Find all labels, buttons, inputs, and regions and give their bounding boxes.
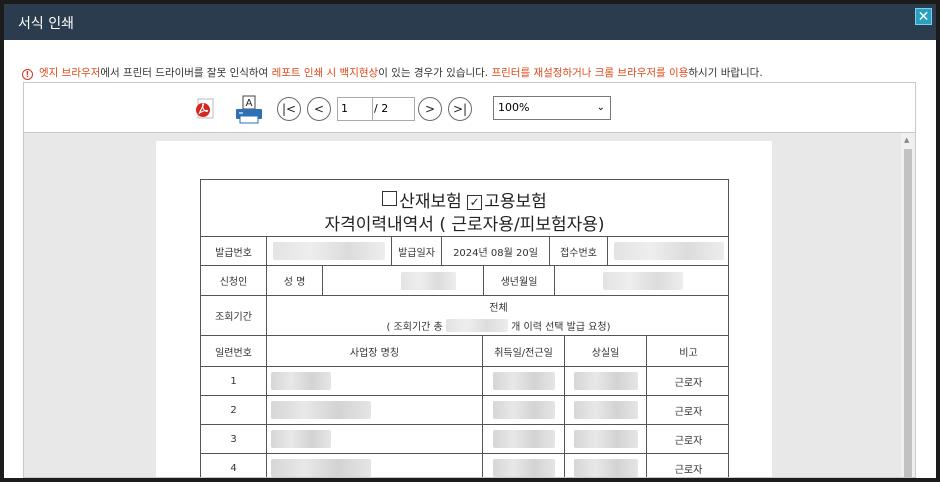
row-note: 근로자 [674, 377, 703, 389]
header-workplace: 사업장 명칭 [267, 336, 483, 366]
period-note-pre: ( 조회기간 총 [386, 321, 443, 333]
print-dialog: 서식 인쇄 ✕ ! 엣지 브라우저에서 프린터 드라이버를 잘못 인식하여 레포트… [4, 4, 936, 478]
row-seq: 1 [201, 367, 267, 395]
row-acquired [483, 396, 565, 424]
notice-text-3: 하시기 바랍니다. [688, 67, 763, 79]
report-page: 산재보험 ✓ 고용보험 자격이력내역서 ( 근로자용/피보험자용) 발급번호 발급… [156, 141, 772, 477]
birth-value [555, 266, 730, 295]
table-header-row: 일련번호 사업장 명칭 취득일/전근일 상실일 비고 [201, 336, 728, 367]
table-row: 4 근로자 [201, 454, 728, 477]
row-note: 근로자 [674, 464, 703, 476]
header-note: 비고 [679, 347, 698, 359]
insurance-record-form: 산재보험 ✓ 고용보험 자격이력내역서 ( 근로자용/피보험자용) 발급번호 발급… [200, 179, 729, 477]
row-acquired [483, 367, 565, 395]
receipt-no-value [608, 237, 730, 265]
row-workplace [267, 425, 483, 453]
dialog-titlebar: 서식 인쇄 ✕ [4, 4, 936, 40]
vertical-scrollbar[interactable]: ▲ [901, 133, 915, 477]
row-lost [565, 454, 647, 477]
last-page-button[interactable]: >| [448, 97, 472, 121]
notice-edge-browser: 엣지 브라우저 [39, 67, 101, 79]
table-row: 1 근로자 [201, 367, 728, 396]
period-all: 전체 [489, 302, 508, 314]
period-value: 전체 ( 조회기간 총 개 이력 선택 발급 요청) [267, 296, 730, 335]
notice-text-1: 에서 프린터 드라이버를 잘못 인식하여 [100, 67, 272, 79]
row-acquired [483, 425, 565, 453]
svg-text:A: A [246, 98, 253, 109]
period-note: ( 조회기간 총 개 이력 선택 발급 요청) [386, 318, 611, 333]
issue-date-label: 발급일자 [392, 237, 442, 265]
row-seq: 2 [201, 396, 267, 424]
zoom-value: 100% [498, 101, 530, 114]
issue-no-label: 발급번호 [201, 237, 267, 265]
table-row: 2 근로자 [201, 396, 728, 425]
close-button[interactable]: ✕ [915, 8, 932, 25]
header-acquired: 취득일/전근일 [483, 336, 565, 366]
period-note-post: 개 이력 선택 발급 요청) [511, 321, 611, 333]
warning-notice: ! 엣지 브라우저에서 프린터 드라이버를 잘못 인식하여 레포트 인쇄 시 백지… [22, 65, 763, 80]
period-label: 조회기간 [201, 296, 267, 335]
row-workplace [267, 396, 483, 424]
header-seq: 일련번호 [201, 336, 267, 366]
row-lost [565, 425, 647, 453]
next-page-button[interactable]: > [418, 97, 442, 121]
redacted-count [445, 318, 508, 332]
issue-no-value [267, 237, 392, 265]
title-option-employment: 고용보험 [484, 192, 547, 212]
row-workplace [267, 367, 483, 395]
birth-label: 생년월일 [484, 266, 555, 295]
warning-icon: ! [22, 69, 33, 80]
chevron-down-icon: ⌄ [596, 102, 605, 113]
title-option-industrial: 산재보험 [399, 192, 462, 212]
zoom-select[interactable]: 100% ⌄ [493, 96, 611, 120]
form-title-main: 자격이력내역서 ( 근로자용/피보험자용) [324, 215, 605, 235]
name-value [323, 266, 484, 295]
dialog-title: 서식 인쇄 [18, 16, 74, 32]
scroll-thumb[interactable] [904, 149, 912, 477]
checkbox-checked-icon: ✓ [467, 195, 483, 210]
row-seq: 4 [201, 454, 267, 477]
applicant-row: 신청인 성 명 생년월일 [201, 266, 728, 296]
form-title: 산재보험 ✓ 고용보험 자격이력내역서 ( 근로자용/피보험자용) [201, 180, 728, 237]
period-row: 조회기간 전체 ( 조회기간 총 개 이력 선택 발급 요청) [201, 296, 728, 336]
notice-blank-page: 레포트 인쇄 시 백지현상 [271, 67, 379, 79]
name-label: 성 명 [267, 266, 323, 295]
row-workplace [267, 454, 483, 477]
prev-page-button[interactable]: < [307, 97, 331, 121]
row-seq: 3 [201, 425, 267, 453]
table-row: 3 근로자 [201, 425, 728, 454]
row-note: 근로자 [674, 435, 703, 447]
row-acquired [483, 454, 565, 477]
print-icon[interactable]: A [234, 95, 264, 125]
first-page-button[interactable]: |< [277, 97, 301, 121]
row-lost [565, 396, 647, 424]
receipt-no-label: 접수번호 [550, 237, 608, 265]
pdf-icon[interactable] [194, 98, 216, 120]
issue-date-value: 2024년 08월 20일 [442, 237, 550, 265]
header-lost: 상실일 [565, 336, 647, 366]
scroll-up-icon[interactable]: ▲ [904, 136, 909, 144]
page-total: / 2 [372, 97, 415, 121]
row-lost [565, 367, 647, 395]
report-viewer[interactable]: 산재보험 ✓ 고용보험 자격이력내역서 ( 근로자용/피보험자용) 발급번호 발급… [23, 132, 916, 478]
checkbox-unchecked-icon [382, 191, 398, 206]
notice-recommendation: 프린터를 재설정하거나 크롬 브라우저를 이용 [491, 67, 689, 79]
page-number-input[interactable]: 1 [337, 97, 373, 121]
notice-text-2: 이 있는 경우가 있습니다. [378, 67, 492, 79]
issue-row: 발급번호 발급일자 2024년 08월 20일 접수번호 [201, 237, 728, 266]
report-toolbar: A |< < 1 / 2 > >| 100% ⌄ [23, 82, 916, 132]
row-note: 근로자 [674, 406, 703, 418]
applicant-label: 신청인 [201, 266, 267, 295]
